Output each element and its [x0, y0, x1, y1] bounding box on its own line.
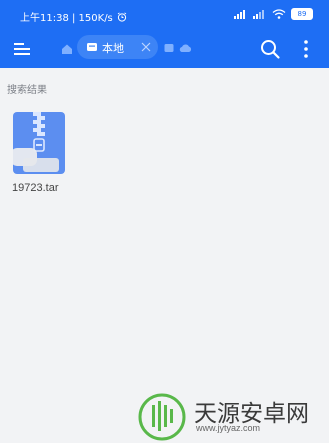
zip-archive-icon [13, 112, 65, 174]
section-title: 搜索结果 [7, 85, 47, 96]
location-label: 本地 [102, 42, 124, 55]
search-icon[interactable] [259, 38, 281, 60]
file-item[interactable]: 19723.tar [6, 108, 76, 203]
signal-icon-2 [253, 10, 264, 19]
file-name: 19723.tar [12, 182, 59, 194]
sd-card-icon[interactable] [164, 43, 174, 53]
close-icon[interactable] [140, 41, 152, 53]
menu-icon[interactable] [12, 39, 32, 59]
alarm-clock-icon [117, 11, 127, 22]
toolbar: 本地 [0, 30, 329, 68]
signal-icon [234, 10, 245, 19]
watermark: 天源安卓网 www.jytyaz.com [132, 389, 329, 443]
cloud-icon[interactable] [178, 43, 192, 53]
status-bar: 上午11:38 | 150K/s 89 [0, 0, 329, 30]
watermark-url: www.jytyaz.com [196, 423, 261, 433]
status-left: 上午11:38 | 150K/s [20, 9, 127, 24]
location-chip[interactable]: 本地 [77, 35, 158, 59]
battery-icon: 89 [291, 8, 313, 20]
status-right: 89 [234, 8, 313, 20]
status-time-speed: 上午11:38 | 150K/s [20, 13, 113, 24]
phone-storage-icon [87, 43, 97, 51]
wifi-icon [272, 9, 286, 19]
android-logo-icon [138, 393, 186, 441]
more-options-icon[interactable] [298, 38, 314, 60]
home-icon[interactable] [60, 42, 74, 56]
